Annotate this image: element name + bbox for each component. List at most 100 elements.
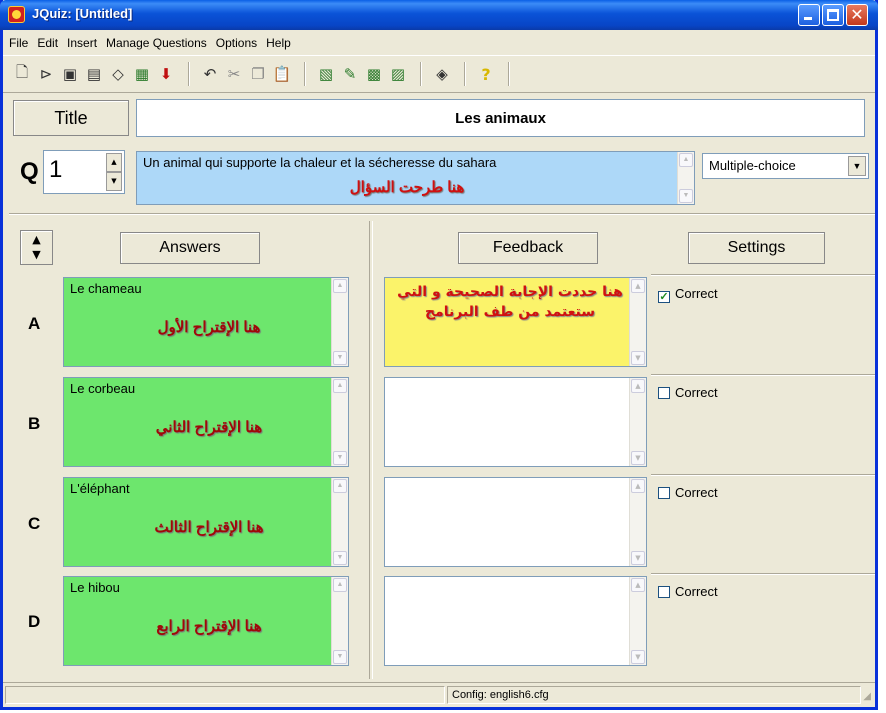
answer-field-c[interactable]: L'éléphant هنا الإقتراح الثالث ▲ ▼ [63,477,349,567]
resize-grip-icon[interactable]: ◢ [863,691,871,702]
help-topics-icon[interactable]: ◈ [431,63,453,85]
settings-row-divider [651,274,875,276]
answers-button[interactable]: Answers [120,232,260,264]
feedback-field-a[interactable]: هنا حددت الإجابة الصحيحة و التي ستعتمد م… [384,277,647,367]
scroll-down-icon[interactable]: ▼ [333,551,347,565]
scroll-up-icon[interactable]: ▲ [333,279,347,293]
scroll-up-icon[interactable]: ▲ [333,479,347,493]
answer-scrollbar[interactable]: ▲ ▼ [331,478,348,566]
title-input[interactable]: Les animaux [136,99,865,137]
answer-field-a[interactable]: Le chameau هنا الإقتراح الأول ▲ ▼ [63,277,349,367]
feedback-annotation: هنا حددت الإجابة الصحيحة و التي ستعتمد م… [397,284,623,320]
correct-label: Correct [675,485,718,500]
save-as-icon[interactable]: ▤ [83,63,105,85]
correct-label: Correct [675,385,718,400]
new-icon[interactable]: 🗋 [11,63,33,85]
feedback-scrollbar[interactable]: ▲ ▼ [629,577,646,665]
feedback-field-b[interactable]: ▲ ▼ [384,377,647,467]
checkbox-checked-icon[interactable]: ✓ [658,291,670,303]
checkbox-unchecked-icon[interactable] [658,387,670,399]
feedback-field-c[interactable]: ▲ ▼ [384,477,647,567]
question-type-value: Multiple-choice [709,158,796,173]
maximize-button[interactable] [822,4,844,26]
title-button[interactable]: Title [13,100,129,136]
answer-field-d[interactable]: Le hibou هنا الإقتراح الرابع ▲ ▼ [63,576,349,666]
save-icon[interactable]: ▣ [59,63,81,85]
scroll-up-icon[interactable]: ▲ [631,379,645,393]
edit-icon[interactable]: ✎ [339,63,361,85]
scroll-down-icon[interactable]: ▼ [631,451,645,465]
column-divider[interactable] [369,221,373,679]
correct-checkbox-b[interactable]: Correct [658,385,718,400]
feedback-scrollbar[interactable]: ▲ ▼ [629,378,646,466]
copy-icon[interactable]: ❐ [247,63,269,85]
correct-checkbox-d[interactable]: Correct [658,584,718,599]
open-icon[interactable]: ⊳ [35,63,57,85]
question-number-spinner[interactable]: 1 ▲ ▼ [43,150,125,194]
dropdown-arrow-icon[interactable]: ▼ [848,156,866,176]
toggle-icon[interactable]: ▩ [363,63,385,85]
question-text-field[interactable]: Un animal qui supporte la chaleur et la … [136,151,695,205]
scroll-down-icon[interactable]: ▼ [333,351,347,365]
help-icon[interactable]: ? [475,63,497,85]
answer-text: Le corbeau [70,381,136,396]
menu-edit[interactable]: Edit [37,36,58,50]
scroll-down-icon[interactable]: ▼ [631,551,645,565]
settings-button[interactable]: Settings [688,232,825,264]
scroll-down-icon[interactable]: ▼ [333,650,347,664]
question-type-select[interactable]: Multiple-choice ▼ [702,153,869,179]
status-panel-left [5,686,445,704]
scroll-up-icon[interactable]: ▲ [333,578,347,592]
minimize-button[interactable] [798,4,820,26]
scroll-down-icon[interactable]: ▼ [631,650,645,664]
scroll-up-icon[interactable]: ▲ [333,379,347,393]
spin-up-icon[interactable]: ▲ [106,153,122,172]
menu-help[interactable]: Help [266,36,291,50]
menu-bar: File Edit Insert Manage Questions Option… [3,32,875,54]
config-icon[interactable]: ▧ [315,63,337,85]
answer-field-b[interactable]: Le corbeau هنا الإقتراح الثاني ▲ ▼ [63,377,349,467]
undo-icon[interactable]: ↶ [199,63,221,85]
clear-icon[interactable]: ◇ [107,63,129,85]
correct-checkbox-a[interactable]: ✓ Correct [658,286,718,303]
question-scrollbar[interactable]: ▲ ▼ [677,152,694,204]
scroll-up-icon[interactable]: ▲ [631,578,645,592]
cut-icon[interactable]: ✂ [223,63,245,85]
close-button[interactable]: ✕ [846,4,868,26]
toolbar-separator [420,62,422,86]
menu-options[interactable]: Options [216,36,257,50]
scroll-down-icon[interactable]: ▼ [679,189,693,203]
checkbox-unchecked-icon[interactable] [658,487,670,499]
paste-icon[interactable]: 📋 [271,63,293,85]
close-icon: ✕ [850,5,864,24]
question-text: Un animal qui supporte la chaleur et la … [143,155,497,170]
answer-scrollbar[interactable]: ▲ ▼ [331,278,348,366]
scroll-up-icon[interactable]: ▲ [679,153,693,167]
answer-scrollbar[interactable]: ▲ ▼ [331,577,348,665]
reorder-answers-button[interactable]: ▲ ▼ [20,230,53,265]
answer-text: Le chameau [70,281,142,296]
view-icon[interactable]: ▨ [387,63,409,85]
scroll-up-icon[interactable]: ▲ [631,479,645,493]
correct-checkbox-c[interactable]: Correct [658,485,718,500]
menu-insert[interactable]: Insert [67,36,97,50]
import-icon[interactable]: ⬇ [155,63,177,85]
answer-text: Le hibou [70,580,120,595]
answer-scrollbar[interactable]: ▲ ▼ [331,378,348,466]
feedback-button[interactable]: Feedback [458,232,598,264]
html-export-icon[interactable]: ▦ [131,63,153,85]
feedback-scrollbar[interactable]: ▲ ▼ [629,478,646,566]
spin-down-icon[interactable]: ▼ [106,172,122,191]
menu-file[interactable]: File [9,36,28,50]
jquiz-app-icon[interactable] [8,6,25,23]
feedback-scrollbar[interactable]: ▲ ▼ [629,278,646,366]
scroll-up-icon[interactable]: ▲ [631,279,645,293]
title-bar[interactable]: JQuiz: [Untitled] ✕ [0,0,878,30]
scroll-down-icon[interactable]: ▼ [631,351,645,365]
checkbox-unchecked-icon[interactable] [658,586,670,598]
question-number[interactable]: 1 [49,156,62,184]
settings-row-divider [651,474,875,476]
scroll-down-icon[interactable]: ▼ [333,451,347,465]
feedback-field-d[interactable]: ▲ ▼ [384,576,647,666]
menu-manage-questions[interactable]: Manage Questions [106,36,207,50]
